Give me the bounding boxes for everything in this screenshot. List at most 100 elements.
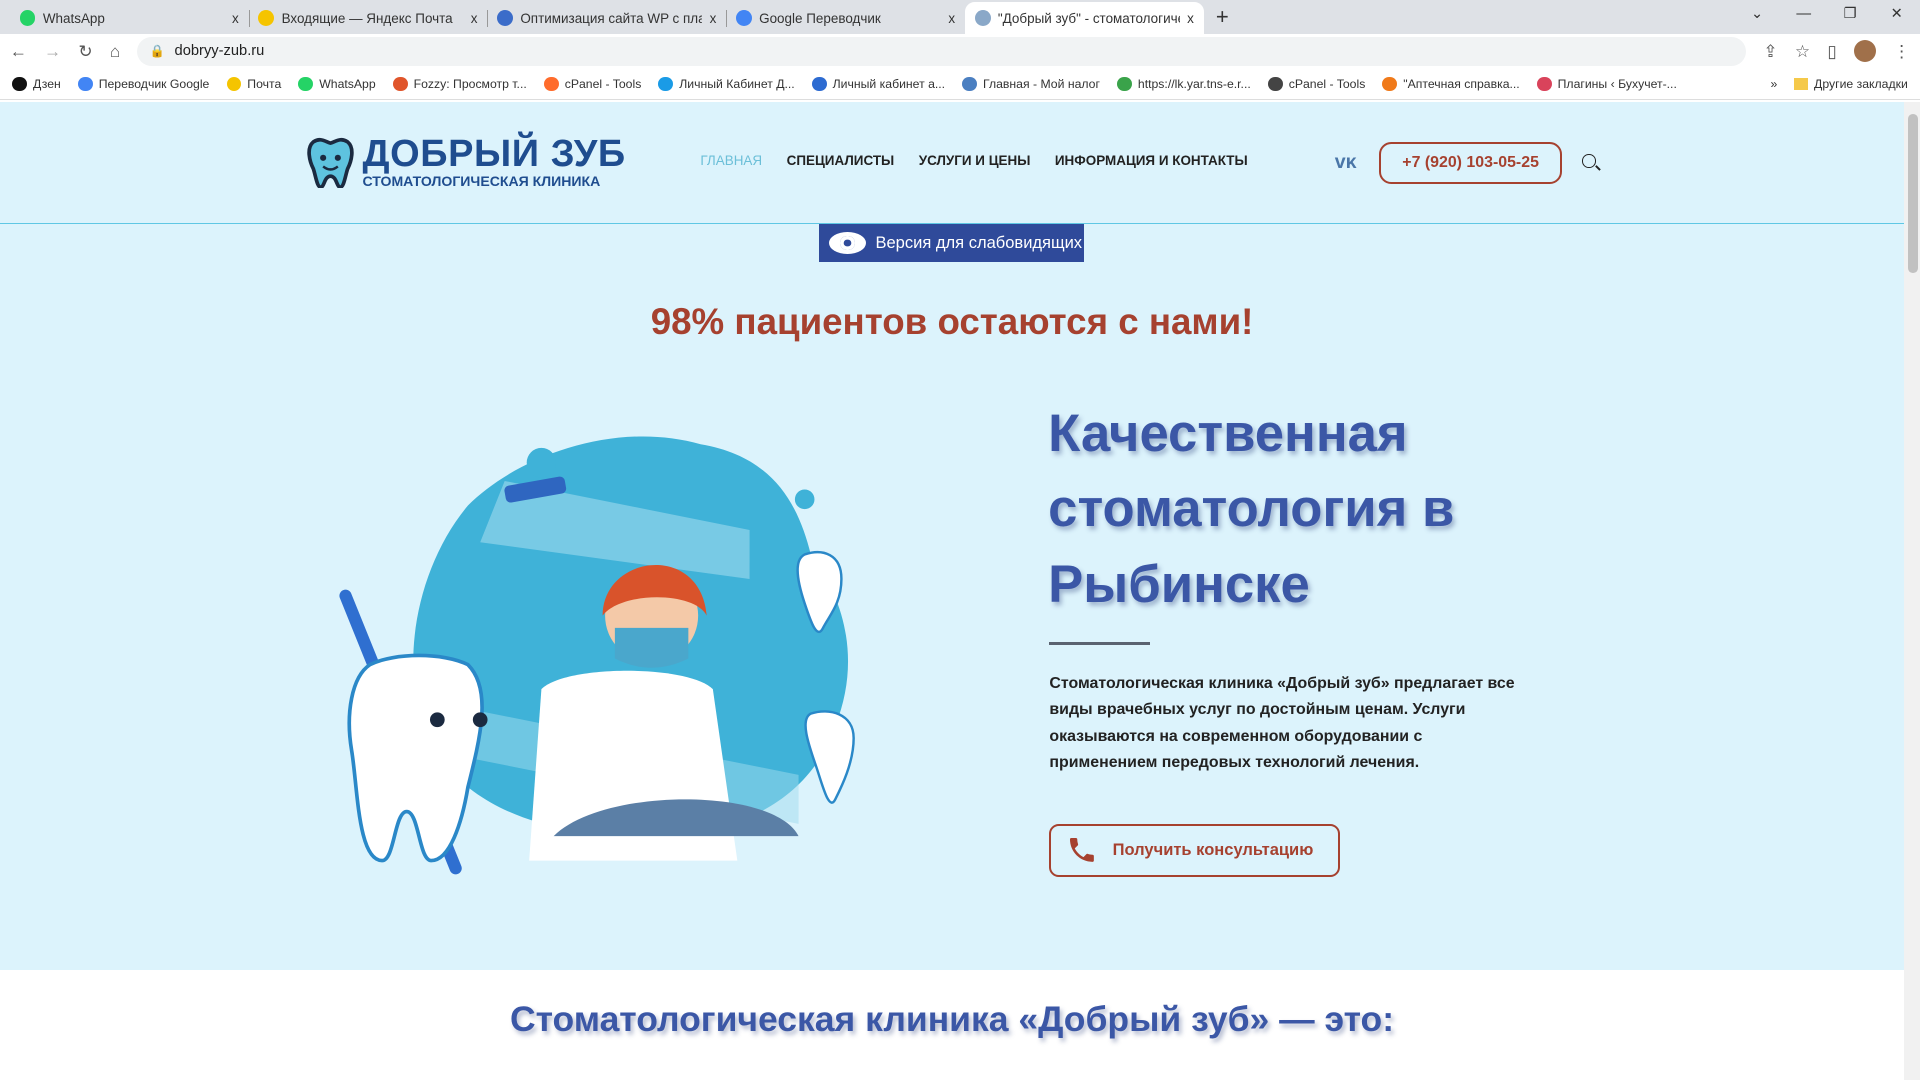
bookmark-item[interactable]: "Аптечная справка... xyxy=(1382,76,1520,92)
home-icon[interactable]: ⌂ xyxy=(110,41,120,62)
bookmark-label: Личный кабинет а... xyxy=(832,76,946,91)
tab-title: WhatsApp xyxy=(42,10,105,26)
back-icon[interactable]: ← xyxy=(10,41,27,62)
bookmark-item[interactable]: https://lk.yar.tns-e.r... xyxy=(1117,76,1251,92)
side-panel-icon[interactable]: ▯ xyxy=(1827,41,1836,62)
tooth-logo-icon xyxy=(307,137,354,188)
tab-title: Оптимизация сайта WP с плаги xyxy=(520,10,703,26)
page: ДОБРЫЙ ЗУБ СТОМАТОЛОГИЧЕСКАЯ КЛИНИКА ГЛА… xyxy=(0,101,1905,1080)
consultation-button[interactable]: Получить консультацию xyxy=(1049,824,1340,877)
bookmark-item[interactable]: Личный кабинет а... xyxy=(811,76,946,92)
tab-favicon-icon xyxy=(735,10,752,27)
tab-search-icon[interactable]: ⌄ xyxy=(1734,0,1781,29)
logo-title: ДОБРЫЙ ЗУБ xyxy=(362,132,626,175)
bookmark-item[interactable]: Главная - Мой налог xyxy=(962,76,1100,92)
promo-heading: 98% пациентов остаются с нами! xyxy=(650,301,1254,343)
bookmark-item[interactable]: Плагины ‹ Бухучет-... xyxy=(1536,76,1677,92)
bookmark-item[interactable]: Дзен xyxy=(12,76,61,92)
scrollbar[interactable] xyxy=(1904,101,1920,1080)
bookmark-favicon-icon xyxy=(77,76,93,92)
new-tab-button[interactable]: + xyxy=(1204,2,1241,34)
bookmark-item[interactable]: Переводчик Google xyxy=(77,76,210,92)
browser-tab[interactable]: WhatsApp x xyxy=(10,2,249,34)
tab-bar: WhatsApp x Входящие — Яндекс Почта x Оптимиз… xyxy=(0,0,1920,35)
phone-button[interactable]: +7 (920) 103-05-25 xyxy=(1378,142,1563,184)
bookmark-label: cPanel - Tools xyxy=(1288,76,1366,91)
window-controls: ⌄ — ❐ ✕ xyxy=(1734,0,1920,29)
bookmark-item[interactable]: WhatsApp xyxy=(298,76,376,92)
bookmark-label: https://lk.yar.tns-e.r... xyxy=(1137,76,1251,91)
main-nav: ГЛАВНАЯ СПЕЦИАЛИСТЫ УСЛУГИ И ЦЕНЫ ИНФОРМ… xyxy=(700,153,1247,168)
section-title: Стоматологическая клиника «Добрый зуб» —… xyxy=(510,999,1395,1040)
logo[interactable]: ДОБРЫЙ ЗУБ СТОМАТОЛОГИЧЕСКАЯ КЛИНИКА xyxy=(306,132,626,189)
bookmark-favicon-icon xyxy=(811,76,827,92)
bookmark-label: Плагины ‹ Бухучет-... xyxy=(1557,76,1677,91)
nav-contacts[interactable]: ИНФОРМАЦИЯ И КОНТАКТЫ xyxy=(1055,153,1248,168)
bookmark-favicon-icon xyxy=(1267,76,1283,92)
tab-close-icon[interactable]: x xyxy=(710,11,717,26)
tab-close-icon[interactable]: x xyxy=(471,11,478,26)
site-header: ДОБРЫЙ ЗУБ СТОМАТОЛОГИЧЕСКАЯ КЛИНИКА ГЛА… xyxy=(0,102,1905,225)
bookmark-item[interactable]: cPanel - Tools xyxy=(1267,76,1366,92)
nav-specialists[interactable]: СПЕЦИАЛИСТЫ xyxy=(787,153,895,168)
eye-icon xyxy=(828,232,866,255)
tab-close-icon[interactable]: x xyxy=(948,11,955,26)
tab-title: Google Переводчик xyxy=(759,10,881,26)
nav-services[interactable]: УСЛУГИ И ЦЕНЫ xyxy=(919,153,1031,168)
bookmark-label: Дзен xyxy=(33,76,61,91)
tab-close-icon[interactable]: x xyxy=(1187,11,1194,26)
reload-icon[interactable]: ↻ xyxy=(78,41,92,62)
logo-subtitle: СТОМАТОЛОГИЧЕСКАЯ КЛИНИКА xyxy=(362,172,601,189)
accessibility-button[interactable]: Версия для слабовидящих xyxy=(819,224,1084,263)
bookmark-item[interactable]: Fozzy: Просмотр т... xyxy=(392,76,527,92)
other-bookmarks[interactable]: Другие закладки xyxy=(1794,76,1908,91)
tab-favicon-icon xyxy=(19,10,36,27)
lock-icon: 🔒 xyxy=(149,44,165,59)
browser-tab[interactable]: Оптимизация сайта WP с плаги x xyxy=(487,2,726,34)
bookmark-favicon-icon xyxy=(392,76,408,92)
bookmark-label: Почта xyxy=(247,76,282,91)
folder-icon xyxy=(1794,77,1808,91)
bookmarks-bar: Дзен Переводчик Google Почта WhatsApp Fozzy:… xyxy=(0,68,1920,101)
restore-icon[interactable]: ❐ xyxy=(1827,0,1874,29)
address-bar[interactable]: 🔒 dobryy-zub.ru xyxy=(137,36,1747,67)
share-icon[interactable]: ⇪ xyxy=(1763,41,1777,62)
bookmark-item[interactable]: cPanel - Tools xyxy=(543,76,642,92)
search-icon[interactable] xyxy=(1582,154,1596,168)
bookmarks-more-button[interactable]: » xyxy=(1771,77,1778,91)
hero-description: Стоматологическая клиника «Добрый зуб» п… xyxy=(1049,675,1515,771)
tab-favicon-icon xyxy=(497,10,513,27)
browser-tab[interactable]: Входящие — Яндекс Почта x xyxy=(248,2,488,34)
browser-toolbar: ← → ↻ ⌂ 🔒 dobryy-zub.ru ⇪ ☆ ▯ ⋮ xyxy=(0,34,1920,69)
tab-close-icon[interactable]: x xyxy=(232,11,239,26)
hero-heading: Качественная стоматология в Рыбинске xyxy=(1048,396,1454,624)
browser-tab[interactable]: Google Переводчик x xyxy=(726,2,965,34)
hero-line: стоматология в xyxy=(1048,479,1455,539)
avatar[interactable] xyxy=(1853,40,1876,63)
scrollbar-thumb[interactable] xyxy=(1907,113,1918,274)
bookmark-label: Главная - Мой налог xyxy=(983,76,1100,91)
vk-icon[interactable]: ᴠᴋ xyxy=(1335,151,1357,174)
hero-line: Рыбинске xyxy=(1048,555,1310,615)
browser-tab[interactable]: "Добрый зуб" - стоматологичес x xyxy=(964,2,1204,35)
bookmark-favicon-icon xyxy=(12,76,27,92)
bookmark-label: Переводчик Google xyxy=(98,76,210,91)
bookmark-item[interactable]: Почта xyxy=(226,76,282,92)
minimize-icon[interactable]: — xyxy=(1780,0,1827,29)
menu-icon[interactable]: ⋮ xyxy=(1893,41,1910,62)
bookmark-item[interactable]: Личный Кабинет Д... xyxy=(658,76,795,92)
about-section: Стоматологическая клиника «Добрый зуб» —… xyxy=(0,969,1905,1080)
other-bookmarks-label: Другие закладки xyxy=(1814,76,1908,91)
bookmark-favicon-icon xyxy=(962,76,977,92)
bookmark-favicon-icon xyxy=(1382,76,1398,92)
tab-favicon-icon xyxy=(974,10,991,27)
bookmark-favicon-icon xyxy=(1536,76,1552,92)
close-window-icon[interactable]: ✕ xyxy=(1874,0,1920,29)
nav-home[interactable]: ГЛАВНАЯ xyxy=(700,153,762,168)
dentist-illustration xyxy=(339,436,855,875)
bookmark-favicon-icon xyxy=(543,76,559,92)
bookmark-label: cPanel - Tools xyxy=(564,76,642,91)
forward-icon[interactable]: → xyxy=(44,41,61,62)
bookmark-favicon-icon xyxy=(226,76,242,92)
star-icon[interactable]: ☆ xyxy=(1795,41,1810,62)
